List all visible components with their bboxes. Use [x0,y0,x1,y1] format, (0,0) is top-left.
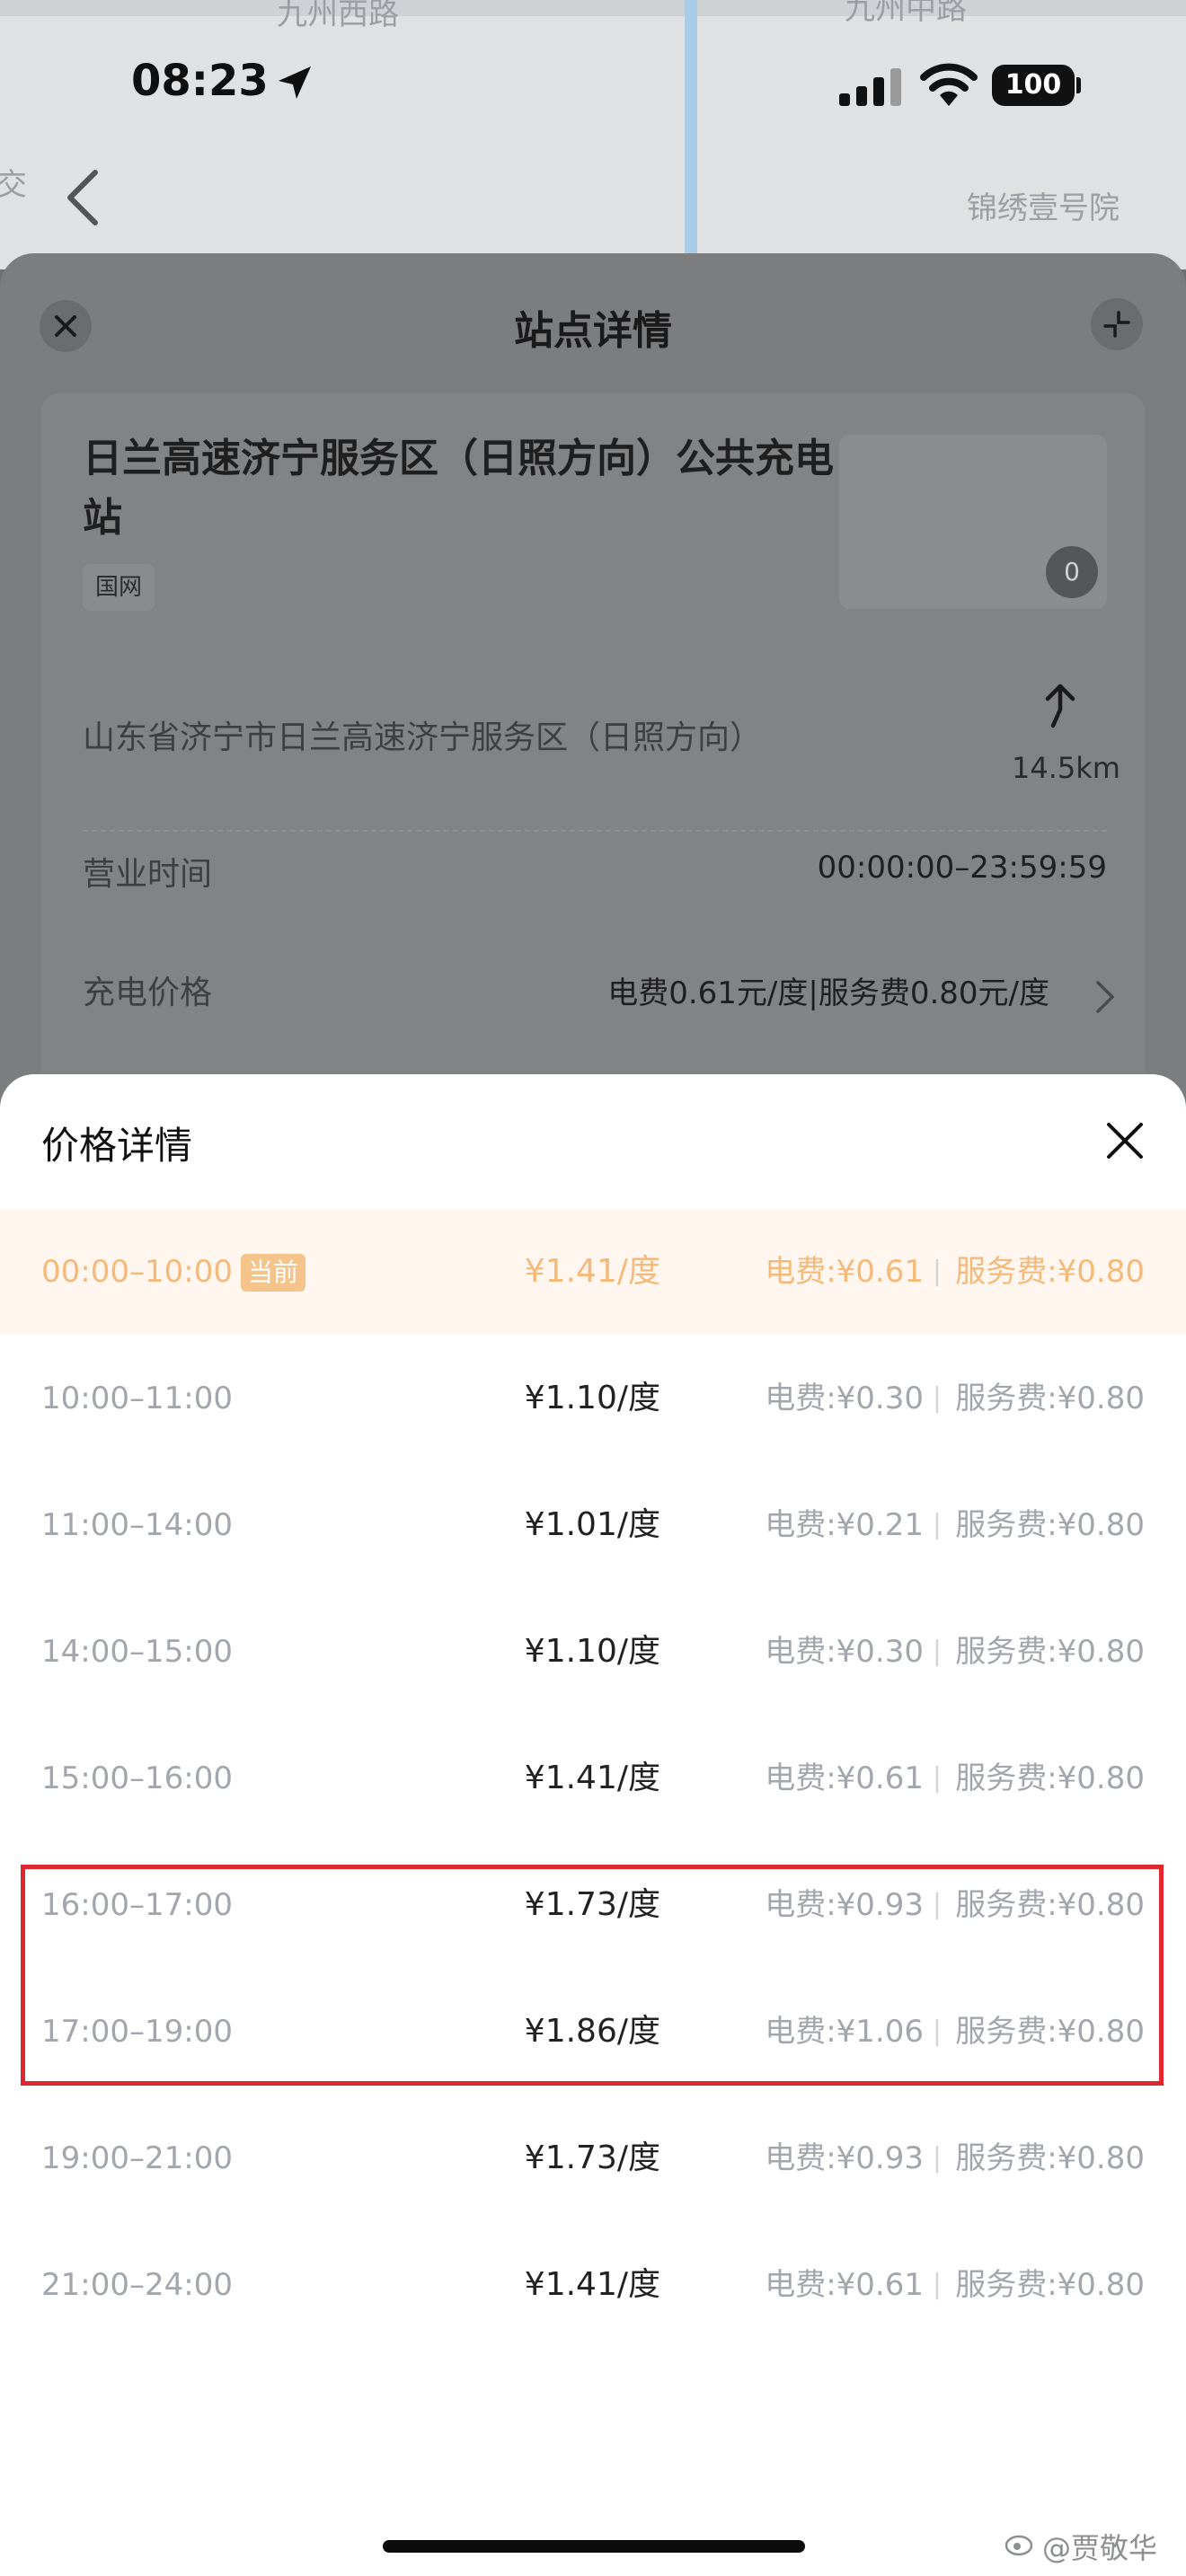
price-row-separator: | [932,1382,942,1414]
price-row-time: 00:00–10:00 [41,1254,233,1290]
price-row-current: 00:00–10:00 当前 ¥1.41/度 电费:¥0.61 | 服务费:¥0… [0,1209,1186,1335]
chevron-right-icon[interactable] [1093,979,1118,1015]
price-row-electricity: 电费:¥0.61 [765,2267,924,2303]
price-row-separator: | [932,2142,942,2174]
highlight-annotation-box [21,1865,1164,2086]
price-sheet-title: 价格详情 [41,1124,193,1168]
price-row-time: 14:00–15:00 [41,1634,233,1670]
battery-indicator: 100 [992,65,1075,106]
price-row-separator: | [932,1509,942,1540]
price-summary[interactable]: 电费0.61元/度|服务费0.80元/度 [607,968,1049,1012]
price-row-service: 服务费:¥0.80 [955,2267,1145,2303]
price-row-separator: | [932,1762,942,1794]
collapse-icon [1103,311,1130,338]
divider [83,830,1107,832]
status-time: 08:23 [131,56,269,106]
map-label-road-middle: 九州中路 [845,0,967,27]
price-row-service: 服务费:¥0.80 [955,1381,1145,1416]
price-row-electricity: 电费:¥0.21 [765,1507,924,1543]
price-row-time: 19:00–21:00 [41,2140,233,2176]
price-label: 充电价格 [83,975,213,1011]
price-row: 11:00–14:00 ¥1.01/度 电费:¥0.21 | 服务费:¥0.80 [0,1462,1186,1588]
station-detail-sheet: 站点详情 日兰高速济宁服务区（日照方向）公共充电站 国网 0 山东省济宁市日兰高… [0,253,1186,1202]
price-row-electricity: 电费:¥0.61 [765,1760,924,1796]
station-photo[interactable]: 0 [839,435,1107,609]
price-row-time: 15:00–16:00 [41,1760,233,1796]
price-row-service: 服务费:¥0.80 [955,1507,1145,1543]
price-row-total: ¥1.10/度 [524,1633,660,1670]
price-row-separator: | [932,1256,942,1287]
detail-collapse-button[interactable] [1091,298,1143,350]
wifi-icon [920,63,978,106]
cellular-signal-icon [839,68,901,106]
price-row-time: 21:00–24:00 [41,2267,233,2303]
price-row-total: ¥1.41/度 [524,2266,660,2303]
map-background[interactable]: 九州西路 九州中路 锦绣壹号院 交 [0,0,1186,269]
battery-tip [1076,77,1081,93]
map-label-road-west: 九州西路 [277,0,399,32]
back-chevron-icon[interactable] [63,169,102,226]
price-row-electricity: 电费:¥0.93 [765,2140,924,2176]
price-row-total: ¥1.10/度 [524,1380,660,1416]
map-label-residence: 锦绣壹号院 [967,190,1120,226]
price-row-separator: | [932,1636,942,1667]
hours-value: 00:00:00–23:59:59 [817,850,1107,886]
price-row-electricity: 电费:¥0.30 [765,1381,924,1416]
price-row-time: 11:00–14:00 [41,1507,233,1543]
price-row-electricity: 电费:¥0.30 [765,1634,924,1670]
price-row: 10:00–11:00 ¥1.10/度 电费:¥0.30 | 服务费:¥0.80 [0,1336,1186,1461]
price-row-service: 服务费:¥0.80 [955,1760,1145,1796]
price-row-service: 服务费:¥0.80 [955,2140,1145,2176]
price-row: 21:00–24:00 ¥1.41/度 电费:¥0.61 | 服务费:¥0.80 [0,2222,1186,2348]
price-row-total: ¥1.41/度 [524,1253,660,1290]
price-row: 19:00–21:00 ¥1.73/度 电费:¥0.93 | 服务费:¥0.80 [0,2095,1186,2221]
map-river [685,0,697,260]
operator-tag: 国网 [83,564,155,611]
price-row-time: 10:00–11:00 [41,1381,233,1416]
navigation-icon[interactable] [1040,683,1080,729]
station-distance: 14.5km [1012,751,1120,785]
photo-count-badge: 0 [1046,546,1098,598]
home-indicator[interactable] [383,2540,805,2553]
price-row-total: ¥1.01/度 [524,1506,660,1543]
price-row-service: 服务费:¥0.80 [955,1254,1145,1290]
price-row-total: ¥1.41/度 [524,1760,660,1796]
hours-label: 营业时间 [83,856,213,893]
price-row-total: ¥1.73/度 [524,2139,660,2176]
watermark: @贾敬华 [1042,2531,1158,2565]
weibo-logo-icon [1005,2535,1033,2556]
detail-title: 站点详情 [514,308,672,354]
station-address: 山东省济宁市日兰高速济宁服务区（日照方向） [83,719,763,756]
map-label-partial: 交 [0,167,27,203]
price-row-separator: | [932,2269,942,2300]
price-detail-sheet: 价格详情 00:00–10:00 当前 ¥1.41/度 电费:¥0.61 | 服… [0,1074,1186,2576]
price-row: 14:00–15:00 ¥1.10/度 电费:¥0.30 | 服务费:¥0.80 [0,1589,1186,1715]
location-arrow-icon [279,66,311,99]
current-badge: 当前 [241,1254,306,1292]
station-name: 日兰高速济宁服务区（日照方向）公共充电站 [83,436,834,541]
price-row-service: 服务费:¥0.80 [955,1634,1145,1670]
price-close-icon[interactable] [1103,1119,1146,1162]
price-row: 15:00–16:00 ¥1.41/度 电费:¥0.61 | 服务费:¥0.80 [0,1716,1186,1841]
map-road [0,0,1186,16]
price-row-electricity: 电费:¥0.61 [765,1254,924,1290]
